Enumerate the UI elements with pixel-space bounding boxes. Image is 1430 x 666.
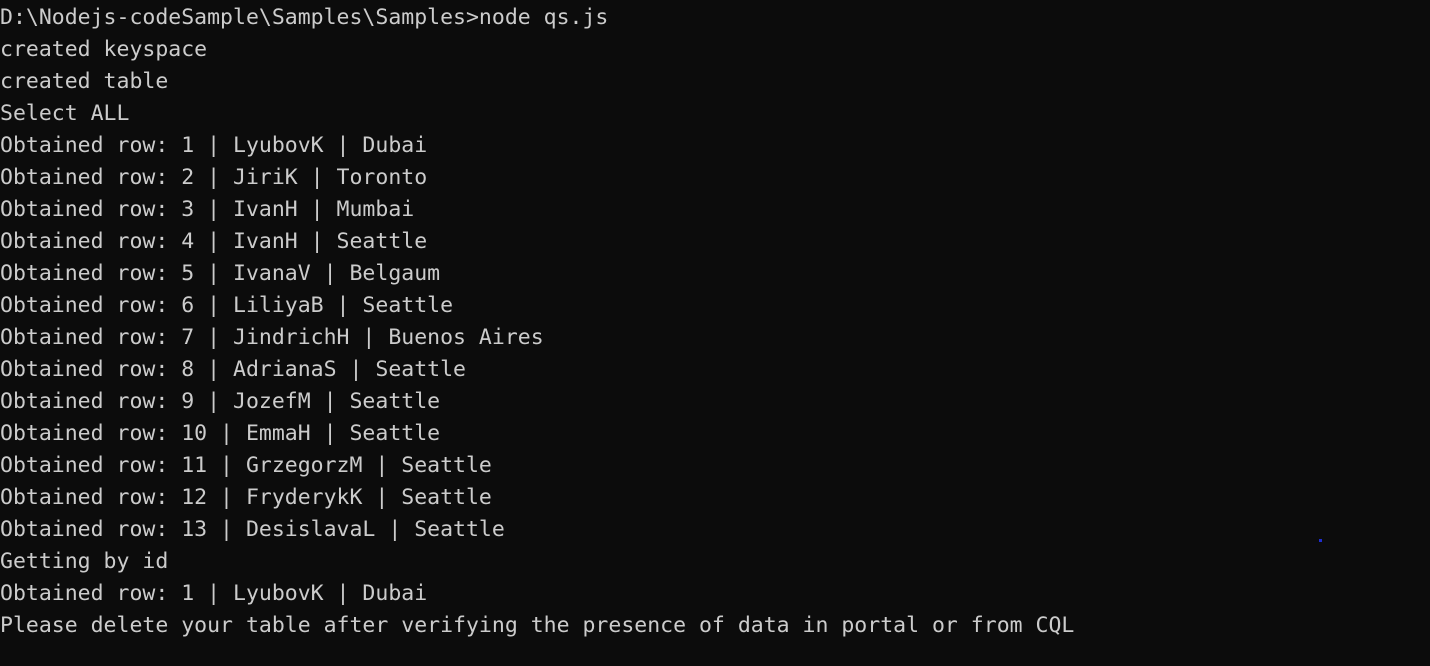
output-line-created-table: created table [0,69,169,94]
command-prompt-line: D:\Nodejs-codeSample\Samples\Samples>nod… [0,5,609,30]
output-row-line: Obtained row: 8 | AdrianaS | Seattle [0,357,466,382]
output-row-line: Obtained row: 1 | LyubovK | Dubai [0,133,428,158]
output-line-select-all: Select ALL [0,101,130,126]
output-row-line: Obtained row: 6 | LiliyaB | Seattle [0,293,454,318]
output-row-line: Obtained row: 3 | IvanH | Mumbai [0,197,415,222]
output-row-line: Obtained row: 1 | LyubovK | Dubai [0,581,428,606]
output-line-created-keyspace: created keyspace [0,37,208,62]
output-row-line: Obtained row: 5 | IvanaV | Belgaum [0,261,441,286]
output-row-line: Obtained row: 4 | IvanH | Seattle [0,229,428,254]
output-row-line: Obtained row: 2 | JiriK | Toronto [0,165,428,190]
output-row-line: Obtained row: 13 | DesislavaL | Seattle [0,517,505,542]
pixel-artifact [1319,539,1322,542]
output-row-line: Obtained row: 9 | JozefM | Seattle [0,389,441,414]
output-row-line: Obtained row: 10 | EmmaH | Seattle [0,421,441,446]
output-row-line: Obtained row: 7 | JindrichH | Buenos Air… [0,325,544,350]
terminal-console-output[interactable]: D:\Nodejs-codeSample\Samples\Samples>nod… [0,0,1430,666]
output-line-closing-note: Please delete your table after verifying… [0,613,1075,638]
output-row-line: Obtained row: 12 | FryderykK | Seattle [0,485,492,510]
output-line-getting-by-id: Getting by id [0,549,169,574]
output-row-line: Obtained row: 11 | GrzegorzM | Seattle [0,453,492,478]
